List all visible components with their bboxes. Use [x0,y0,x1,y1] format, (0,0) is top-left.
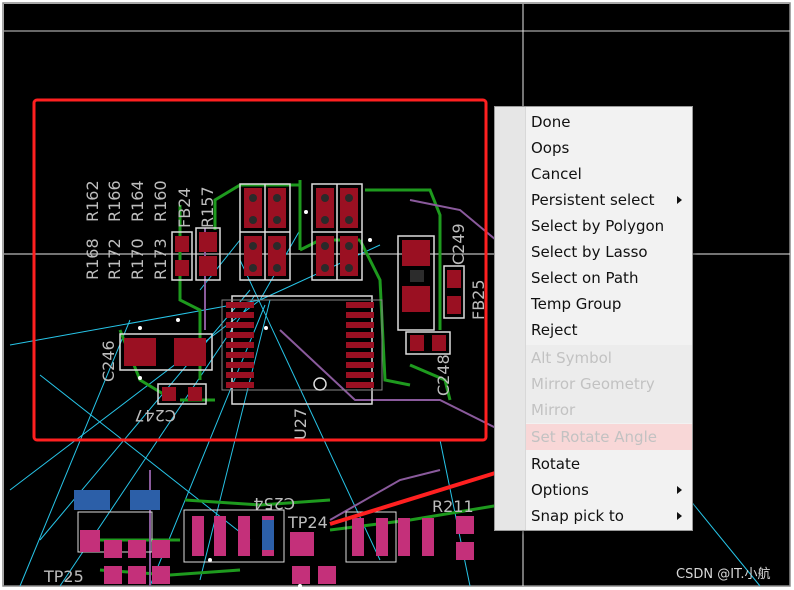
label-r168: R168 [83,238,102,280]
submenu-arrow-icon [677,196,682,204]
menu-item-rotate[interactable]: Rotate [526,451,692,477]
label-r166: R166 [105,180,124,222]
label-tp24: TP24 [287,513,328,532]
label-c246: C246 [99,340,118,382]
label-u27: U27 [291,408,310,440]
label-tp25: TP25 [43,567,84,586]
menu-item-label: Temp Group [531,295,622,313]
menu-item-select-by-lasso[interactable]: Select by Lasso [526,239,692,265]
menu-item-done[interactable]: Done [526,109,692,135]
menu-item-label: Cancel [531,165,582,183]
menu-item-label: Mirror Geometry [531,375,655,393]
menu-item-label: Mirror [531,401,576,419]
menu-item-cancel[interactable]: Cancel [526,161,692,187]
menu-item-set-rotate-angle: Set Rotate Angle [526,424,692,450]
menu-item-alt-symbol: Alt Symbol [526,345,692,371]
label-r172: R172 [105,238,124,280]
label-c247: C247 [134,406,176,425]
menu-item-label: Persistent select [531,191,655,209]
menu-item-label: Oops [531,139,570,157]
label-r162: R162 [83,180,102,222]
label-r157: R157 [198,186,217,228]
label-r211: R211 [432,497,474,516]
menu-item-label: Alt Symbol [531,349,612,367]
menu-item-label: Done [531,113,571,131]
menu-item-label: Select by Polygon [531,217,665,235]
menu-item-label: Set Rotate Angle [531,428,657,446]
menu-item-mirror: Mirror [526,397,692,423]
label-r173: R173 [151,238,170,280]
submenu-arrow-icon [677,486,682,494]
menu-item-reject[interactable]: Reject [526,317,692,343]
submenu-arrow-icon [677,512,682,520]
menu-item-select-by-polygon[interactable]: Select by Polygon [526,213,692,239]
menu-item-label: Select by Lasso [531,243,648,261]
label-fb24: FB24 [175,187,194,228]
menu-item-options[interactable]: Options [526,477,692,503]
menu-item-label: Snap pick to [531,507,624,525]
menu-item-snap-pick-to[interactable]: Snap pick to [526,503,692,529]
menu-item-label: Select on Path [531,269,639,287]
menu-item-label: Reject [531,321,578,339]
context-menu: Done Oops Cancel Persistent select Selec… [494,106,693,531]
menu-item-select-on-path[interactable]: Select on Path [526,265,692,291]
label-r170: R170 [128,238,147,280]
label-r160: R160 [151,180,170,222]
watermark: CSDN @IT.小航 [676,567,771,582]
menu-item-label: Rotate [531,455,581,473]
label-c249: C249 [449,223,468,265]
menu-item-persistent-select[interactable]: Persistent select [526,187,692,213]
label-c248: C248 [434,354,453,396]
menu-item-label: Options [531,481,589,499]
menu-icon-gutter [495,107,525,530]
menu-item-mirror-geometry: Mirror Geometry [526,371,692,397]
menu-item-oops[interactable]: Oops [526,135,692,161]
label-r164: R164 [128,180,147,222]
menu-item-temp-group[interactable]: Temp Group [526,291,692,317]
